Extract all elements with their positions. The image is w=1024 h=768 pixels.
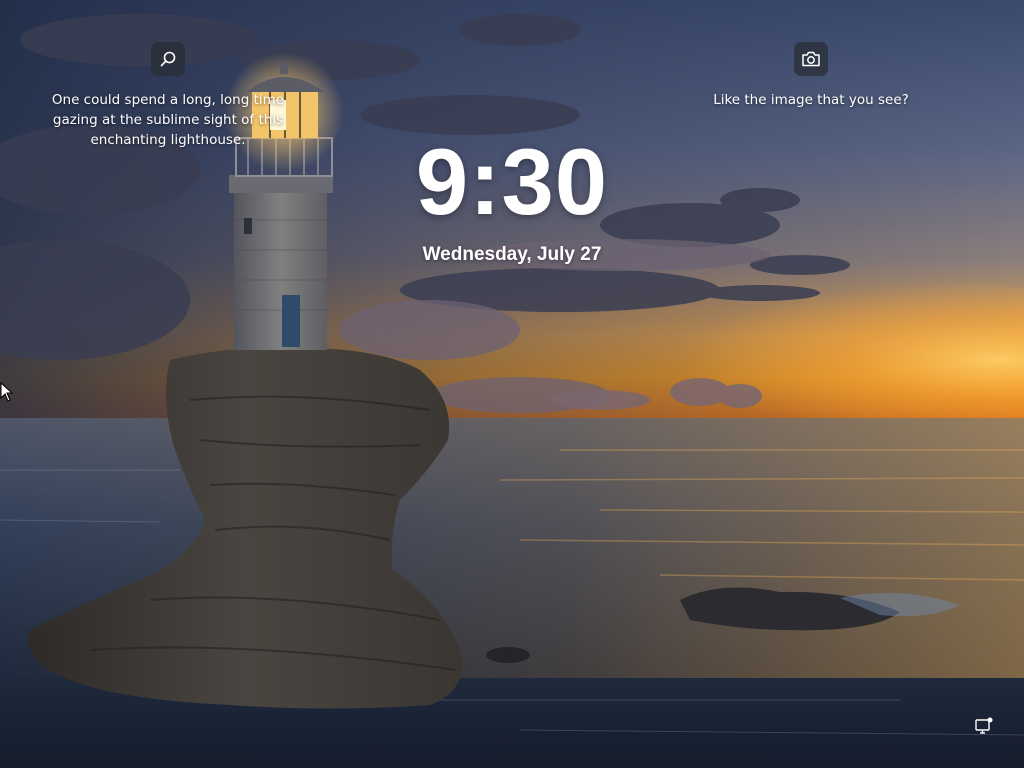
spotlight-like-button[interactable] — [794, 42, 828, 76]
spotlight-like-text[interactable]: Like the image that you see? — [713, 90, 909, 110]
spotlight-like-widget: Like the image that you see? — [700, 42, 922, 110]
camera-icon — [802, 51, 820, 67]
network-status-icon[interactable] — [974, 716, 994, 736]
lock-screen-date: Wednesday, July 27 — [422, 244, 602, 265]
lock-screen[interactable]: One could spend a long, long time gazing… — [0, 0, 1024, 768]
mouse-cursor — [0, 382, 14, 402]
lock-screen-time: 9:30 — [415, 129, 609, 234]
spotlight-search-button[interactable] — [151, 42, 185, 76]
search-icon — [160, 51, 176, 67]
